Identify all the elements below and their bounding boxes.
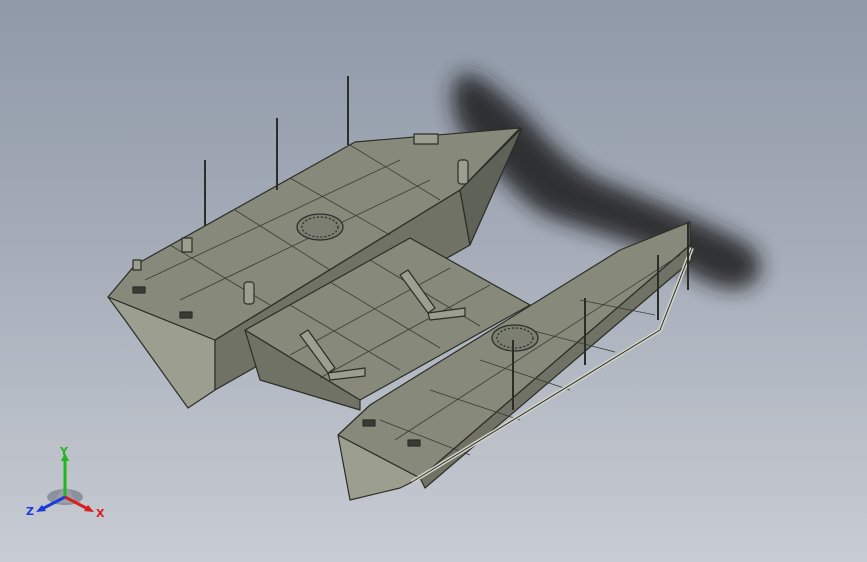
bow-fitting-left-2 bbox=[179, 311, 193, 319]
stern-bollard bbox=[413, 133, 439, 145]
cast-shadow bbox=[452, 73, 761, 290]
y-axis-label: Y bbox=[59, 445, 69, 458]
right-manhole bbox=[491, 324, 539, 352]
bow-fitting-right-1 bbox=[362, 419, 376, 427]
stern-lug bbox=[457, 159, 469, 185]
z-axis-label: Z bbox=[26, 505, 34, 518]
bow-fitting-right-2 bbox=[407, 439, 421, 447]
left-manhole bbox=[296, 213, 344, 241]
model-view[interactable] bbox=[0, 0, 867, 562]
x-axis-label: X bbox=[96, 507, 105, 520]
bow-fitting-left-1 bbox=[132, 286, 146, 294]
graphics-viewport[interactable]: Y X Z bbox=[0, 0, 867, 562]
left-side-lug bbox=[243, 281, 255, 305]
orientation-triad[interactable]: Y X Z bbox=[20, 445, 110, 525]
